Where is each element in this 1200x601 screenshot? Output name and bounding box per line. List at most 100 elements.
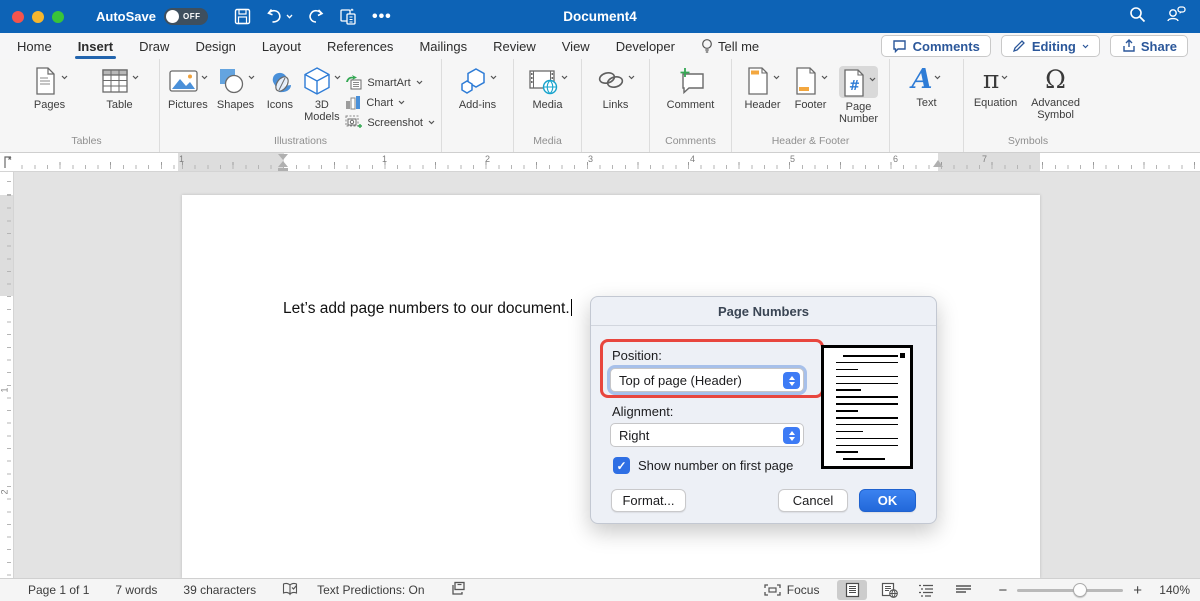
icons-button[interactable]: Icons	[261, 66, 298, 111]
tab-design[interactable]: Design	[194, 36, 236, 57]
tab-insert[interactable]: Insert	[74, 36, 117, 59]
position-label: Position:	[612, 348, 662, 363]
hanging-indent-marker[interactable]	[278, 161, 288, 167]
icons-icon	[272, 72, 291, 93]
equation-button[interactable]: π Equation	[970, 65, 1021, 110]
pictures-button[interactable]: Pictures	[166, 66, 210, 111]
media-button[interactable]: Media	[522, 66, 574, 111]
shapes-button[interactable]: Shapes	[214, 66, 258, 111]
editing-button[interactable]: Editing	[1000, 35, 1100, 57]
zoom-in-button[interactable]: +	[1127, 582, 1148, 599]
autosave-label: AutoSave	[96, 9, 156, 24]
alignment-dropdown[interactable]: Right	[610, 423, 804, 447]
text-button[interactable]: A Text	[901, 66, 953, 109]
3d-models-button[interactable]: 3D Models	[302, 66, 341, 123]
comments-button[interactable]: Comments	[880, 35, 991, 57]
tab-home[interactable]: Home	[16, 36, 53, 57]
tab-draw[interactable]: Draw	[138, 36, 170, 57]
zoom-slider-knob[interactable]	[1073, 582, 1088, 597]
ribbon-group-tables: Pages Table Tables	[14, 59, 160, 152]
chevron-down-icon	[416, 80, 423, 85]
cancel-button[interactable]: Cancel	[778, 489, 848, 512]
copy-format-icon[interactable]	[339, 8, 358, 26]
header-button[interactable]: Header	[741, 66, 785, 111]
tab-stop-selector-icon[interactable]	[3, 155, 15, 169]
more-commands-icon[interactable]: •••	[372, 8, 392, 24]
position-dropdown[interactable]: Top of page (Header)	[610, 368, 804, 392]
first-line-indent-marker[interactable]	[278, 154, 288, 160]
minimize-window-button[interactable]	[32, 10, 44, 23]
page-number-button[interactable]: # Page Number	[837, 66, 881, 125]
outline-view-button[interactable]	[911, 580, 941, 600]
ribbon: Pages Table Tables Pictures Shapes Icons…	[0, 59, 1200, 153]
zoom-level[interactable]: 140%	[1148, 583, 1190, 597]
zoom-out-button[interactable]: −	[992, 582, 1013, 599]
tell-me-button[interactable]: Tell me	[700, 35, 760, 57]
chevron-down-icon	[398, 100, 405, 105]
zoom-slider[interactable]	[1017, 582, 1124, 597]
close-window-button[interactable]	[12, 10, 24, 23]
links-button[interactable]: Links	[590, 66, 642, 111]
omega-icon: Ω	[1045, 65, 1066, 94]
addins-button[interactable]: Add-ins	[452, 66, 504, 111]
screenshot-button[interactable]: Screenshot	[345, 115, 435, 130]
web-layout-view-button[interactable]	[874, 580, 904, 600]
chevron-down-icon	[821, 75, 828, 80]
media-label: Media	[532, 99, 563, 111]
ribbon-tab-row: Home Insert Draw Design Layout Reference…	[0, 33, 1200, 59]
tab-mailings[interactable]: Mailings	[418, 36, 468, 57]
left-indent-marker[interactable]	[278, 168, 288, 171]
draft-icon	[955, 585, 971, 593]
right-indent-marker[interactable]	[933, 160, 943, 167]
table-label: Table	[106, 99, 133, 111]
undo-icon[interactable]	[265, 8, 293, 25]
focus-button[interactable]: Focus	[764, 583, 819, 597]
equation-pi-icon: π	[982, 65, 1000, 94]
macro-record-icon[interactable]	[451, 581, 466, 599]
smartart-button[interactable]: SmartArt	[345, 75, 435, 90]
save-icon[interactable]	[234, 8, 251, 25]
chevron-down-icon	[628, 75, 635, 80]
draft-view-button[interactable]	[948, 580, 978, 600]
pages-button[interactable]: Pages	[28, 66, 72, 111]
ok-button[interactable]: OK	[859, 489, 916, 512]
tab-view[interactable]: View	[561, 36, 591, 57]
document-area: Let’s add page numbers to our document. …	[14, 172, 1200, 578]
equation-label: Equation	[973, 97, 1018, 109]
comment-button[interactable]: Comment	[660, 66, 722, 111]
word-count[interactable]: 7 words	[115, 583, 157, 597]
tab-references[interactable]: References	[326, 36, 394, 57]
tab-layout[interactable]: Layout	[261, 36, 302, 57]
redo-icon[interactable]	[307, 8, 325, 25]
char-count[interactable]: 39 characters	[183, 583, 256, 597]
pages-icon	[36, 67, 55, 95]
search-icon[interactable]	[1129, 6, 1146, 28]
tab-developer[interactable]: Developer	[615, 36, 676, 57]
ruler-number: 4	[690, 154, 696, 164]
proofing-icon[interactable]	[282, 582, 299, 599]
text-predictions[interactable]: Text Predictions: On	[317, 583, 424, 597]
autosave-toggle[interactable]: OFF	[163, 8, 208, 25]
icons-label: Icons	[266, 99, 293, 111]
footer-button[interactable]: Footer	[789, 66, 833, 111]
tab-review[interactable]: Review	[492, 36, 537, 57]
show-number-checkbox[interactable]: ✓	[613, 457, 630, 474]
print-layout-view-button[interactable]	[837, 580, 868, 600]
account-people-icon[interactable]	[1166, 5, 1186, 28]
page-count[interactable]: Page 1 of 1	[28, 583, 89, 597]
chevron-down-icon	[1001, 75, 1008, 80]
pictures-label: Pictures	[167, 99, 208, 111]
indent-markers[interactable]	[278, 154, 289, 171]
chart-button[interactable]: Chart	[345, 95, 435, 110]
ribbon-group-text: A Text	[890, 59, 964, 152]
share-button[interactable]: Share	[1109, 35, 1188, 57]
chevron-down-icon	[773, 75, 780, 80]
format-button[interactable]: Format...	[611, 489, 686, 512]
maximize-window-button[interactable]	[52, 10, 64, 23]
tell-me-label: Tell me	[717, 38, 760, 54]
addins-label: Add-ins	[458, 99, 497, 111]
table-button[interactable]: Table	[94, 66, 146, 111]
advanced-symbol-button[interactable]: Ω Advanced Symbol	[1025, 65, 1086, 122]
text-icon: A	[911, 64, 933, 95]
addins-group-label	[448, 135, 507, 152]
